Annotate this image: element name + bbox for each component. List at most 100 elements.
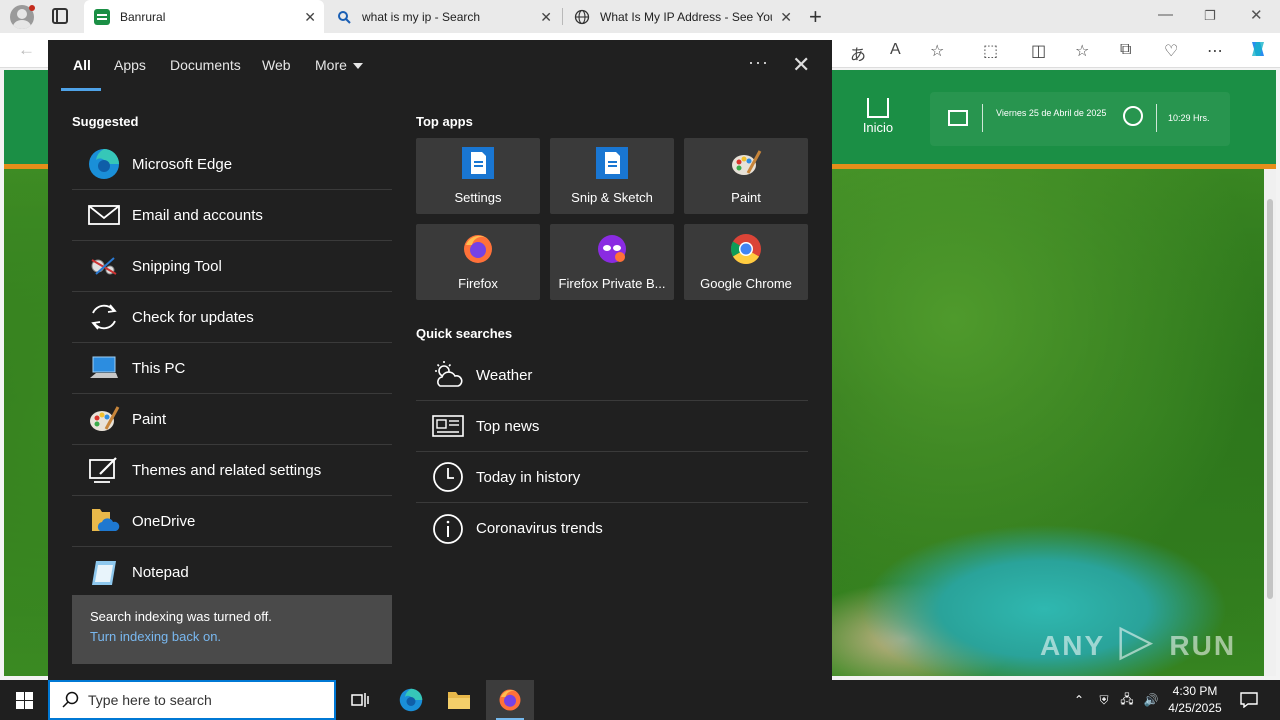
taskbar-firefox-button[interactable] bbox=[486, 680, 534, 720]
tab-divider bbox=[562, 8, 563, 25]
quick-searches-heading: Quick searches bbox=[416, 326, 513, 341]
quick-search-label: Coronavirus trends bbox=[476, 520, 603, 537]
read-aloud-icon[interactable]: A bbox=[890, 41, 901, 59]
banrural-favicon-icon bbox=[94, 8, 110, 25]
suggested-item-onedrive[interactable]: OneDrive bbox=[72, 496, 392, 547]
suggested-item-updates[interactable]: Check for updates bbox=[72, 292, 392, 343]
suggested-item-snipping[interactable]: Snipping Tool bbox=[72, 241, 392, 292]
notepad-icon bbox=[92, 560, 116, 585]
top-app-settings[interactable]: Settings bbox=[416, 138, 540, 214]
top-app-paint[interactable]: Paint bbox=[684, 138, 808, 214]
home-icon bbox=[867, 98, 889, 118]
indexing-notice-text: Search indexing was turned off. bbox=[90, 609, 272, 624]
snipping-tool-icon bbox=[91, 257, 117, 275]
page-scrollbar[interactable] bbox=[1264, 169, 1276, 676]
translate-icon[interactable]: あ bbox=[850, 41, 866, 65]
suggested-item-themes[interactable]: Themes and related settings bbox=[72, 445, 392, 496]
tab-documents[interactable]: Documents bbox=[170, 57, 241, 73]
new-tab-button[interactable]: + bbox=[809, 4, 822, 30]
suggested-item-edge[interactable]: Microsoft Edge bbox=[72, 139, 392, 190]
suggested-label: Notepad bbox=[132, 564, 189, 581]
paint-icon bbox=[732, 150, 762, 175]
settings-doc-icon bbox=[462, 147, 494, 179]
refresh-icon bbox=[91, 304, 117, 330]
quick-search-news[interactable]: Top news bbox=[416, 401, 808, 452]
minimize-icon[interactable]: — bbox=[1158, 6, 1173, 23]
back-arrow-icon[interactable]: ← bbox=[18, 40, 35, 60]
info-icon bbox=[433, 513, 463, 544]
volume-icon[interactable]: 🔊 bbox=[1140, 680, 1162, 720]
browser-tab-banrural[interactable]: Banrural ✕ bbox=[84, 0, 324, 33]
search-input[interactable] bbox=[88, 692, 318, 708]
security-tray-icon[interactable]: ⛨ bbox=[1094, 680, 1114, 720]
split-screen-icon[interactable]: ◫ bbox=[1031, 41, 1046, 61]
tab-more[interactable]: More bbox=[315, 57, 363, 73]
top-app-firefox[interactable]: Firefox bbox=[416, 224, 540, 300]
window-close-icon[interactable]: ✕ bbox=[1250, 6, 1263, 24]
tab-close-icon[interactable]: ✕ bbox=[540, 9, 552, 26]
suggested-heading: Suggested bbox=[72, 114, 139, 129]
suggested-label: Snipping Tool bbox=[132, 257, 222, 275]
browser-tabstrip: Banrural ✕ what is my ip - Search ✕ What… bbox=[0, 0, 1280, 33]
suggested-label: Paint bbox=[132, 410, 167, 428]
quick-search-weather[interactable]: Weather bbox=[416, 350, 808, 401]
performance-icon[interactable]: ♡ bbox=[1164, 41, 1178, 61]
top-app-chrome[interactable]: Google Chrome bbox=[684, 224, 808, 300]
top-app-snip-sketch[interactable]: Snip & Sketch bbox=[550, 138, 674, 214]
start-button[interactable] bbox=[0, 680, 48, 720]
news-icon bbox=[432, 415, 464, 437]
date-time-box: Viernes 25 de Abril de 2025 10:29 Hrs. bbox=[930, 92, 1230, 146]
mail-icon bbox=[88, 205, 120, 225]
tab-actions-icon[interactable] bbox=[52, 8, 68, 24]
nav-inicio[interactable]: Inicio bbox=[862, 92, 894, 135]
more-options-icon[interactable]: ··· bbox=[748, 52, 769, 73]
themes-icon bbox=[89, 457, 117, 483]
close-icon[interactable]: ✕ bbox=[792, 52, 810, 78]
top-app-label: Google Chrome bbox=[700, 276, 792, 291]
globe-favicon-icon bbox=[574, 9, 590, 25]
chrome-icon bbox=[730, 234, 761, 265]
suggested-item-email[interactable]: Email and accounts bbox=[72, 190, 392, 241]
tab-close-icon[interactable]: ✕ bbox=[304, 9, 316, 26]
restore-icon[interactable]: ❐ bbox=[1204, 8, 1216, 24]
search-favicon-icon bbox=[336, 9, 352, 25]
suggested-item-paint[interactable]: Paint bbox=[72, 394, 392, 445]
favorite-star-icon[interactable]: ☆ bbox=[930, 41, 944, 61]
task-view-button[interactable] bbox=[336, 680, 384, 720]
scrollbar-thumb[interactable] bbox=[1267, 199, 1273, 599]
notifications-icon[interactable] bbox=[1234, 680, 1264, 720]
tab-close-icon[interactable]: ✕ bbox=[780, 9, 792, 26]
network-icon[interactable]: 🖧 bbox=[1116, 680, 1138, 720]
suggested-list: Microsoft Edge Email and accounts Snippi… bbox=[72, 139, 392, 598]
divider bbox=[982, 104, 983, 132]
taskbar-edge-button[interactable] bbox=[387, 680, 435, 720]
collections-icon[interactable]: ⧉ bbox=[1120, 41, 1131, 59]
top-app-label: Firefox Private B... bbox=[558, 276, 666, 291]
snip-sketch-icon bbox=[596, 147, 628, 179]
taskbar-clock[interactable]: 4:30 PM 4/25/2025 bbox=[1160, 683, 1230, 717]
quick-search-history[interactable]: Today in history bbox=[416, 452, 808, 503]
suggested-item-thispc[interactable]: This PC bbox=[72, 343, 392, 394]
show-hidden-icons-chevron-icon[interactable]: ⌃ bbox=[1068, 680, 1090, 720]
quick-search-coronavirus[interactable]: Coronavirus trends bbox=[416, 503, 808, 554]
tab-apps[interactable]: Apps bbox=[114, 57, 146, 73]
taskbar-file-explorer-button[interactable] bbox=[435, 680, 483, 720]
tab-web[interactable]: Web bbox=[262, 57, 291, 73]
suggested-item-notepad[interactable]: Notepad bbox=[72, 547, 392, 598]
extensions-icon[interactable]: ⬚ bbox=[983, 41, 998, 61]
indexing-notice: Search indexing was turned off. Turn ind… bbox=[72, 595, 392, 664]
settings-more-icon[interactable]: ⋯ bbox=[1207, 41, 1223, 61]
favorites-icon[interactable]: ☆ bbox=[1075, 41, 1089, 61]
tab-more-label: More bbox=[315, 57, 347, 73]
browser-tab-search[interactable]: what is my ip - Search ✕ bbox=[326, 0, 560, 33]
browser-tab-whatismyip[interactable]: What Is My IP Address - See Your ✕ bbox=[564, 0, 800, 33]
tab-all[interactable]: All bbox=[73, 57, 91, 73]
clock-icon bbox=[1123, 106, 1143, 126]
firefox-icon bbox=[464, 235, 492, 263]
copilot-icon[interactable] bbox=[1248, 39, 1268, 64]
taskbar-search-box[interactable] bbox=[48, 680, 336, 720]
turn-indexing-on-link[interactable]: Turn indexing back on. bbox=[90, 629, 374, 644]
suggested-label: Check for updates bbox=[132, 308, 254, 326]
date-label: Viernes 25 de Abril de 2025 bbox=[996, 108, 1107, 118]
top-app-firefox-private[interactable]: Firefox Private B... bbox=[550, 224, 674, 300]
